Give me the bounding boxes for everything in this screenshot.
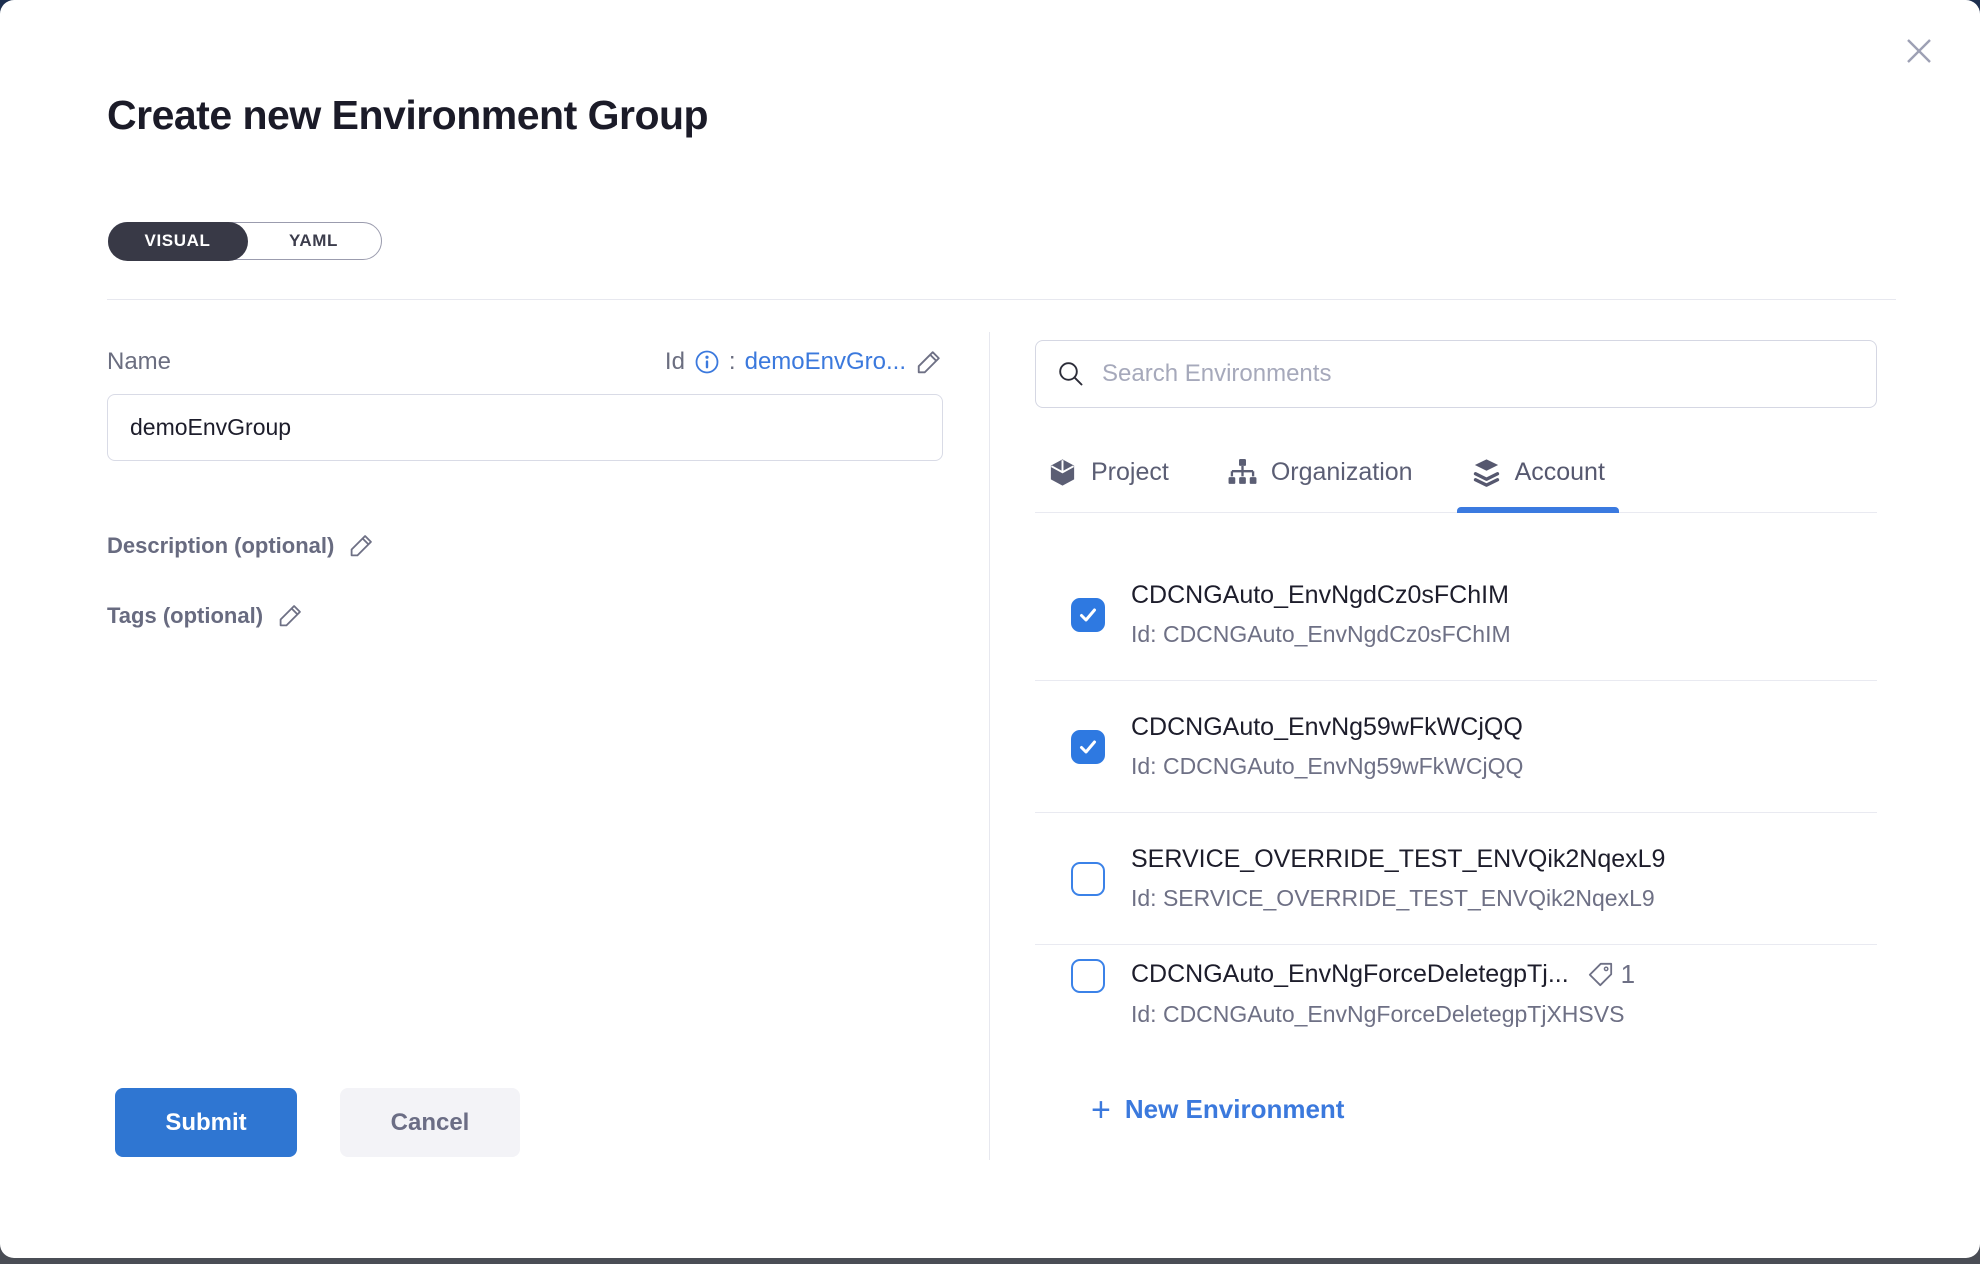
search-box bbox=[1035, 340, 1877, 408]
tags-label-row: Tags (optional) bbox=[107, 602, 304, 629]
environment-tags: 1 bbox=[1587, 959, 1635, 990]
environment-text: SERVICE_OVERRIDE_TEST_ENVQik2NqexL9 Id: … bbox=[1131, 845, 1665, 912]
environment-text: CDCNGAuto_EnvNgdCz0sFChIM Id: CDCNGAuto_… bbox=[1131, 581, 1511, 648]
info-icon[interactable] bbox=[694, 349, 720, 375]
header-divider bbox=[107, 299, 1896, 300]
environment-checkbox[interactable] bbox=[1071, 730, 1105, 764]
tab-account-label: Account bbox=[1515, 458, 1605, 487]
scope-tabs: Project Organization bbox=[1035, 444, 1877, 513]
tab-organization-label: Organization bbox=[1271, 458, 1413, 487]
dialog-title: Create new Environment Group bbox=[107, 92, 708, 139]
vertical-divider bbox=[989, 332, 990, 1160]
environment-checkbox[interactable] bbox=[1071, 598, 1105, 632]
name-label: Name bbox=[107, 348, 171, 376]
name-input[interactable] bbox=[107, 394, 943, 461]
visual-yaml-toggle: VISUAL YAML bbox=[108, 222, 382, 260]
new-environment-label: New Environment bbox=[1125, 1094, 1345, 1125]
environment-text: CDCNGAuto_EnvNgForceDeletegpTj... 1 Id: … bbox=[1131, 959, 1635, 1028]
edit-tags-pencil-icon[interactable] bbox=[277, 602, 304, 629]
id-label: Id bbox=[665, 348, 685, 376]
submit-button[interactable]: Submit bbox=[115, 1088, 297, 1157]
environment-name: SERVICE_OVERRIDE_TEST_ENVQik2NqexL9 bbox=[1131, 845, 1665, 874]
search-environments-input[interactable] bbox=[1102, 360, 1856, 388]
cube-icon bbox=[1047, 457, 1078, 488]
org-chart-icon bbox=[1227, 457, 1258, 488]
cancel-button[interactable]: Cancel bbox=[340, 1088, 520, 1157]
close-button[interactable] bbox=[1900, 32, 1938, 70]
tab-project[interactable]: Project bbox=[1041, 444, 1175, 500]
environment-text: CDCNGAuto_EnvNg59wFkWCjQQ Id: CDCNGAuto_… bbox=[1131, 713, 1523, 780]
check-icon bbox=[1077, 604, 1099, 626]
name-row: Name Id : demoEnvGro... bbox=[107, 348, 943, 376]
environments-panel: Project Organization bbox=[1035, 340, 1877, 1125]
environment-checkbox[interactable] bbox=[1071, 959, 1105, 993]
id-value[interactable]: demoEnvGro... bbox=[745, 348, 906, 376]
toggle-yaml[interactable]: YAML bbox=[246, 223, 381, 259]
environment-id: Id: CDCNGAuto_EnvNg59wFkWCjQQ bbox=[1131, 753, 1523, 780]
search-icon bbox=[1056, 359, 1086, 389]
edit-id-pencil-icon[interactable] bbox=[915, 348, 943, 376]
environment-name: CDCNGAuto_EnvNg59wFkWCjQQ bbox=[1131, 713, 1523, 742]
layers-icon bbox=[1471, 457, 1502, 488]
tag-count: 1 bbox=[1621, 959, 1635, 990]
environment-name: CDCNGAuto_EnvNgdCz0sFChIM bbox=[1131, 581, 1509, 610]
dialog-actions: Submit Cancel bbox=[115, 1088, 520, 1157]
environment-list-item: CDCNGAuto_EnvNg59wFkWCjQQ Id: CDCNGAuto_… bbox=[1035, 681, 1877, 813]
tab-project-label: Project bbox=[1091, 458, 1169, 487]
environment-list-item: CDCNGAuto_EnvNgForceDeletegpTj... 1 Id: … bbox=[1035, 945, 1877, 1048]
tag-icon bbox=[1587, 961, 1614, 988]
tab-account[interactable]: Account bbox=[1465, 444, 1611, 500]
environment-id: Id: CDCNGAuto_EnvNgdCz0sFChIM bbox=[1131, 621, 1511, 648]
plus-icon: + bbox=[1091, 1097, 1111, 1123]
id-separator: : bbox=[729, 348, 736, 376]
description-label: Description (optional) bbox=[107, 533, 334, 559]
edit-description-pencil-icon[interactable] bbox=[348, 532, 375, 559]
tab-organization[interactable]: Organization bbox=[1221, 444, 1419, 500]
description-label-row: Description (optional) bbox=[107, 532, 375, 559]
new-environment-button[interactable]: + New Environment bbox=[1091, 1094, 1344, 1125]
environment-checkbox[interactable] bbox=[1071, 862, 1105, 896]
environment-list-item: SERVICE_OVERRIDE_TEST_ENVQik2NqexL9 Id: … bbox=[1035, 813, 1877, 945]
close-icon bbox=[1900, 32, 1938, 70]
environment-list-item: CDCNGAuto_EnvNgdCz0sFChIM Id: CDCNGAuto_… bbox=[1035, 549, 1877, 681]
environment-id: Id: CDCNGAuto_EnvNgForceDeletegpTjXHSVS bbox=[1131, 1001, 1635, 1028]
toggle-visual[interactable]: VISUAL bbox=[108, 222, 248, 261]
environment-name: CDCNGAuto_EnvNgForceDeletegpTj... bbox=[1131, 960, 1569, 989]
environment-list: CDCNGAuto_EnvNgdCz0sFChIM Id: CDCNGAuto_… bbox=[1035, 513, 1877, 1048]
create-environment-group-dialog: Create new Environment Group VISUAL YAML… bbox=[0, 0, 1980, 1258]
entity-id-group: Id : demoEnvGro... bbox=[665, 348, 943, 376]
tags-label: Tags (optional) bbox=[107, 603, 263, 629]
environment-id: Id: SERVICE_OVERRIDE_TEST_ENVQik2NqexL9 bbox=[1131, 885, 1665, 912]
check-icon bbox=[1077, 736, 1099, 758]
